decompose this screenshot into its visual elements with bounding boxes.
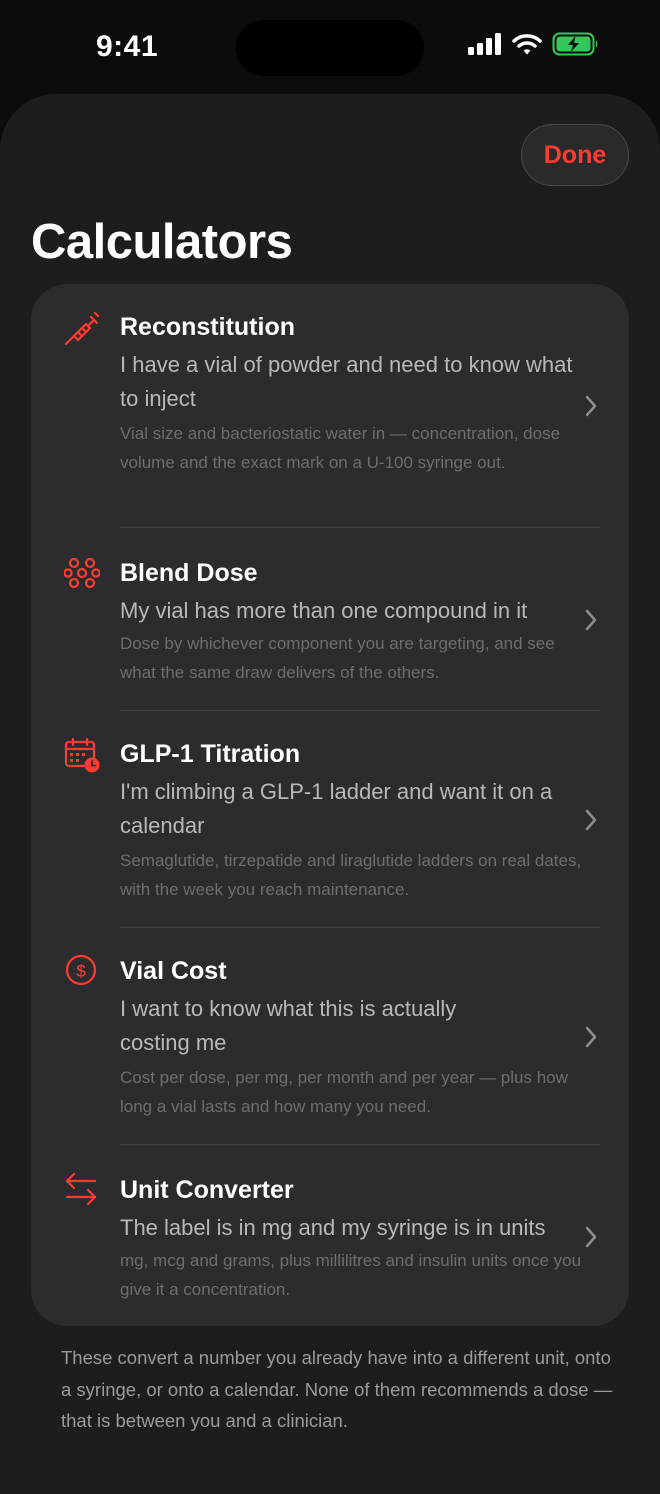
dynamic-island xyxy=(236,20,424,76)
status-icons xyxy=(468,32,600,56)
done-button[interactable]: Done xyxy=(521,124,629,186)
battery-charging-icon xyxy=(552,32,598,56)
row-title: Vial Cost xyxy=(120,957,227,985)
list-item-vial-cost[interactable]: $ Vial Cost I want to know what this is … xyxy=(31,928,629,1144)
page-title: Calculators xyxy=(31,215,293,269)
svg-text:$: $ xyxy=(76,962,86,981)
status-bar: 9:41 xyxy=(0,0,660,96)
list-item-unit-converter[interactable]: Unit Converter The label is in mg and my… xyxy=(31,1145,629,1326)
blend-icon xyxy=(64,557,100,589)
row-subtitle: I'm climbing a GLP-1 ladder and want it … xyxy=(120,779,553,838)
chevron-right-icon xyxy=(585,395,597,417)
calculators-list: Reconstitution I have a vial of powder a… xyxy=(31,284,629,1326)
row-subtitle: My vial has more than one compound in it xyxy=(120,598,528,623)
row-description: Cost per dose, per mg, per month and per… xyxy=(120,1068,568,1116)
list-item-reconstitution[interactable]: Reconstitution I have a vial of powder a… xyxy=(31,284,629,527)
list-item-glp1-titration[interactable]: GLP-1 Titration I'm climbing a GLP-1 lad… xyxy=(31,711,629,927)
arrows-exchange-icon xyxy=(65,1172,97,1206)
footer-disclaimer: These convert a number you already have … xyxy=(61,1347,613,1431)
row-description: mg, mcg and grams, plus millilitres and … xyxy=(120,1251,582,1299)
row-subtitle: I have a vial of powder and need to know… xyxy=(120,352,573,411)
chevron-right-icon xyxy=(585,609,597,631)
row-title: GLP-1 Titration xyxy=(120,740,301,768)
status-time: 9:41 xyxy=(96,30,159,63)
row-subtitle: The label is in mg and my syringe is in … xyxy=(120,1215,546,1240)
row-subtitle: I want to know what this is actually cos… xyxy=(120,996,457,1055)
chevron-right-icon xyxy=(585,1026,597,1048)
chevron-right-icon xyxy=(585,1226,597,1248)
calendar-clock-icon xyxy=(64,737,100,773)
syringe-icon xyxy=(64,311,100,346)
row-description: Dose by whichever component you are targ… xyxy=(120,634,555,682)
wifi-icon xyxy=(512,34,542,55)
row-description: Semaglutide, tirzepatide and liraglutide… xyxy=(120,851,582,899)
list-item-blend-dose[interactable]: Blend Dose My vial has more than one com… xyxy=(31,528,629,710)
row-title: Unit Converter xyxy=(120,1176,294,1204)
cellular-signal-icon xyxy=(468,33,501,55)
row-description: Vial size and bacteriostatic water in — … xyxy=(120,424,561,472)
chevron-right-icon xyxy=(585,809,597,831)
row-title: Reconstitution xyxy=(120,313,295,341)
row-title: Blend Dose xyxy=(120,559,258,587)
dollar-circle-icon: $ xyxy=(65,954,97,986)
